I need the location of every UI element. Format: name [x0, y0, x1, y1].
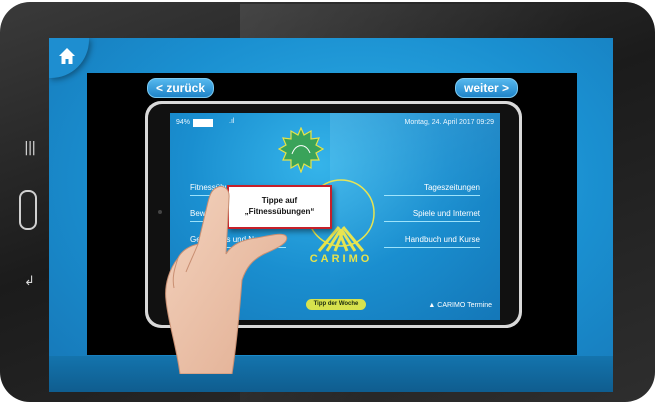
back-button[interactable]: < zurück: [147, 78, 215, 98]
award-seal-icon: [278, 127, 324, 173]
battery-percent: 94%: [176, 119, 191, 126]
signal-icon: .ıl: [229, 118, 235, 125]
hardware-menu-icon[interactable]: |||: [24, 140, 36, 156]
tablet-device: ||| ↲ < zurück weiter > 94% .ıl Montag, …: [0, 2, 655, 404]
screen-bottom-band: [49, 356, 613, 392]
next-button[interactable]: weiter >: [455, 78, 519, 98]
carimo-dates-link[interactable]: ▲ CARIMO Termine: [428, 302, 492, 309]
menu-divider: [384, 195, 480, 196]
battery-icon: [193, 119, 213, 127]
menu-item-manual[interactable]: Handbuch und Kurse: [405, 235, 480, 244]
hardware-back-icon[interactable]: ↲: [24, 274, 35, 289]
date-time: Montag, 24. April 2017 09:29: [404, 119, 494, 126]
menu-divider: [384, 221, 480, 222]
pointing-hand-icon: [165, 185, 288, 374]
menu-item-newspapers[interactable]: Tageszeitungen: [424, 183, 480, 192]
carimo-logo-text: CARIMO: [309, 253, 373, 265]
home-icon: [59, 48, 75, 64]
home-button[interactable]: [49, 38, 89, 78]
hardware-home-button[interactable]: [19, 190, 37, 230]
menu-divider: [384, 247, 480, 248]
tip-of-week-button[interactable]: Tipp der Woche: [306, 299, 366, 310]
menu-item-games[interactable]: Spiele und Internet: [413, 209, 480, 218]
